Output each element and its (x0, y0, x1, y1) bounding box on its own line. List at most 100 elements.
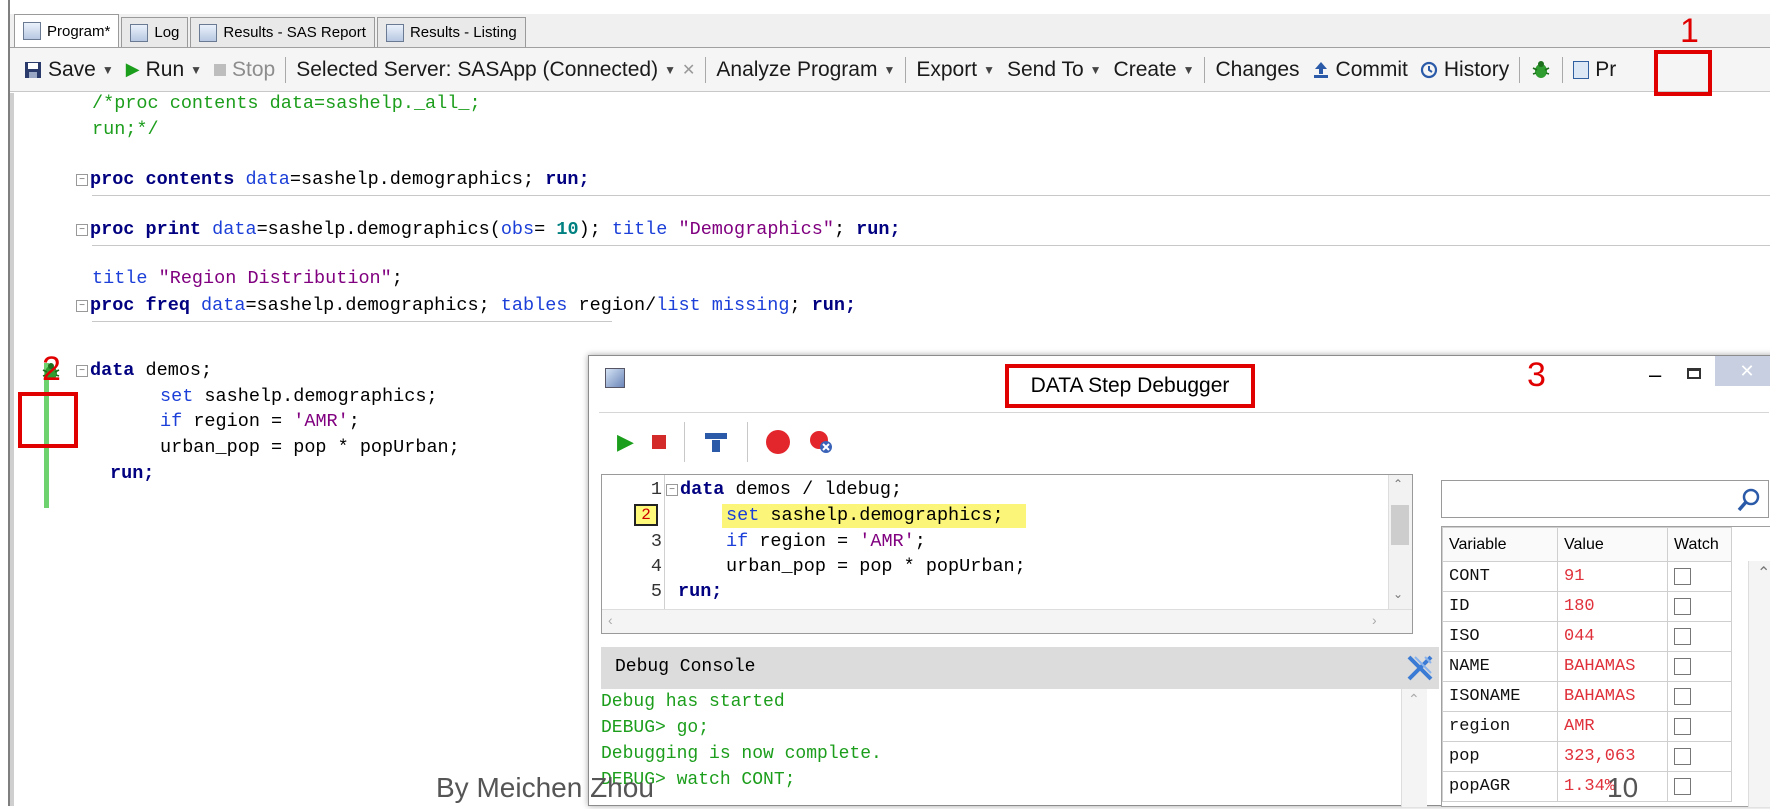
toolbar-divider (746, 422, 748, 462)
scroll-up-icon[interactable]: ⌃ (1408, 691, 1420, 708)
tab-results-sas-report[interactable]: Results - SAS Report (190, 17, 375, 47)
clear-console-icon[interactable] (1405, 653, 1435, 683)
table-header-row: Variable Value Watch (1442, 527, 1732, 562)
code-line: − proc contents data=sashelp.demographics… (76, 169, 590, 190)
debug-console-header: Debug Console (601, 647, 1439, 689)
breakpoint-icon[interactable] (765, 430, 790, 454)
tab-bar: Program* Log Results - SAS Report Result… (10, 14, 1770, 48)
watch-checkbox[interactable] (1674, 598, 1691, 616)
line-number: 3 (650, 531, 662, 552)
chevron-down-icon: ▼ (664, 62, 676, 77)
disconnect-icon[interactable]: ✕ (682, 60, 695, 80)
code-line: if region = 'AMR'; (726, 531, 926, 552)
collapse-icon[interactable]: − (76, 224, 88, 236)
step-icon[interactable] (703, 430, 729, 454)
console-line: Debug has started (601, 692, 785, 712)
analyze-program-button[interactable]: Analyze Program ▼ (710, 53, 901, 87)
code-line: − proc print data=sashelp.demographics(ob… (76, 219, 901, 240)
listing-icon (385, 23, 404, 42)
variable-search-input[interactable] (1441, 480, 1769, 518)
tab-program[interactable]: Program* (14, 14, 120, 47)
annotation-label-2: 2 (42, 350, 61, 388)
debug-console-output[interactable]: Debug has started DEBUG> go; Debugging i… (601, 689, 1401, 809)
watch-checkbox[interactable] (1674, 688, 1691, 706)
stop-icon[interactable] (651, 435, 666, 449)
sas-enterprise-guide-window: Program* Log Results - SAS Report Result… (8, 0, 1770, 809)
code-line: /*proc contents data=sashelp._all_; (92, 93, 481, 114)
code-line: set sashelp.demographics; (726, 505, 1004, 526)
watch-checkbox[interactable] (1674, 628, 1691, 646)
vertical-scrollbar[interactable]: ⌃ (1748, 561, 1770, 807)
maximize-button[interactable] (1687, 368, 1701, 379)
debugger-title: DATA Step Debugger (1005, 364, 1255, 408)
history-button[interactable]: History (1414, 53, 1515, 87)
tab-results-listing[interactable]: Results - Listing (376, 17, 526, 47)
column-header-variable[interactable]: Variable (1442, 527, 1558, 562)
app-icon (605, 368, 625, 388)
watch-checkbox[interactable] (1674, 658, 1691, 676)
send-to-button[interactable]: Send To ▼ (1001, 53, 1108, 87)
watch-checkbox[interactable] (1674, 568, 1691, 586)
collapse-icon[interactable]: − (666, 484, 678, 496)
watch-checkbox[interactable] (1674, 748, 1691, 766)
scroll-down-icon[interactable]: ⌄ (1393, 587, 1403, 601)
toolbar-divider (905, 56, 907, 83)
line-number: 4 (650, 556, 662, 577)
go-icon[interactable]: ▶ (617, 429, 634, 455)
server-selector[interactable]: Selected Server: SASApp (Connected) ▼ ✕ (290, 53, 701, 87)
code-line: run;*/ (92, 119, 159, 140)
column-header-watch[interactable]: Watch (1667, 527, 1732, 562)
tab-log[interactable]: Log (121, 17, 189, 47)
debugger-toolbar: ▶ (599, 416, 834, 468)
console-scrollbar[interactable]: ⌃ (1401, 689, 1427, 807)
annotation-box-2 (18, 392, 78, 448)
collapse-icon[interactable]: − (76, 365, 88, 377)
close-button[interactable]: ✕ (1715, 356, 1770, 386)
column-header-value[interactable]: Value (1557, 527, 1668, 562)
horizontal-scrollbar[interactable]: ‹ › (602, 609, 1412, 633)
console-line: Debugging is now complete. (601, 744, 882, 764)
code-line: title "Region Distribution"; (92, 268, 403, 289)
changes-button[interactable]: Changes (1209, 53, 1305, 87)
debug-button[interactable] (1524, 53, 1558, 87)
stop-button[interactable]: Stop (208, 53, 281, 87)
search-icon[interactable] (1736, 487, 1762, 513)
annotation-label-3: 3 (1527, 356, 1546, 394)
clear-breakpoints-icon[interactable] (808, 429, 834, 455)
slide-page-number: 10 (1607, 772, 1639, 803)
save-icon (25, 61, 41, 78)
toolbar-divider (1519, 56, 1521, 83)
code-line: run; (110, 463, 155, 484)
code-line: urban_pop = pop * popUrban; (726, 556, 1026, 577)
export-button[interactable]: Export ▼ (910, 53, 1001, 87)
vertical-scrollbar[interactable]: ⌃ ⌄ (1388, 475, 1412, 609)
run-button[interactable]: ▶ Run ▼ (120, 53, 208, 87)
code-line: set sashelp.demographics; (160, 386, 438, 407)
collapse-icon[interactable]: − (76, 174, 88, 186)
chevron-down-icon: ▼ (1089, 62, 1102, 77)
toolbar-divider (683, 422, 685, 462)
watch-checkbox[interactable] (1674, 778, 1691, 796)
debugger-code-pane[interactable]: 1 − data demos / ldebug; 2 set sashelp.de… (601, 474, 1413, 634)
scroll-left-icon[interactable]: ‹ (608, 612, 613, 628)
code-line: − data demos / ldebug; (666, 479, 902, 500)
table-row: region AMR (1442, 711, 1732, 742)
chevron-down-icon: ▼ (983, 62, 995, 77)
variables-grid: Variable Value Watch CONT 91 ID 180 ISO 044… (1442, 527, 1732, 802)
data-step-debugger-window: DATA Step Debugger 3 – ✕ ▶ 1 − data demos… (588, 355, 1770, 809)
save-button[interactable]: Save ▼ (18, 53, 120, 87)
toolbar-divider (1562, 56, 1564, 83)
scroll-up-icon[interactable]: ⌃ (1393, 477, 1403, 491)
scroll-right-icon[interactable]: › (1372, 612, 1377, 628)
create-button[interactable]: Create ▼ (1108, 53, 1201, 87)
scrollbar-thumb[interactable] (1391, 505, 1409, 545)
watch-checkbox[interactable] (1674, 718, 1691, 736)
collapse-icon[interactable]: − (76, 300, 88, 312)
console-line: DEBUG> watch CONT; (601, 770, 796, 790)
scroll-up-icon[interactable]: ⌃ (1757, 563, 1770, 583)
properties-button[interactable]: Pr (1567, 53, 1622, 87)
minimize-button[interactable]: – (1649, 362, 1661, 388)
commit-button[interactable]: Commit (1306, 53, 1414, 87)
table-row: ISONAME BAHAMAS (1442, 681, 1732, 712)
program-icon (23, 22, 41, 40)
